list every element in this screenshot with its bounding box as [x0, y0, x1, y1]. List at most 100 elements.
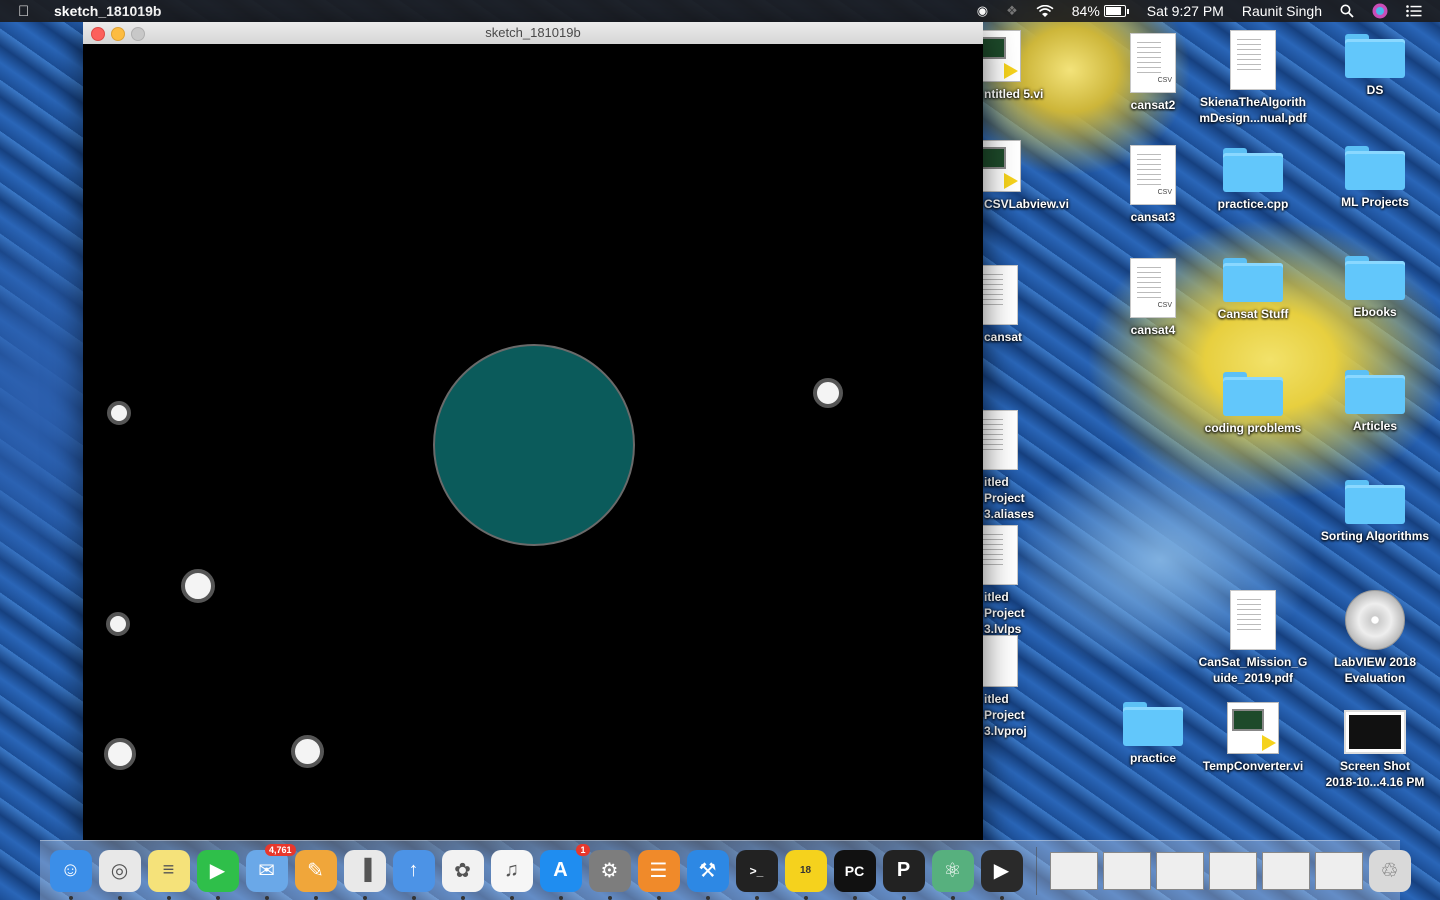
- processing-icon[interactable]: P: [882, 849, 925, 900]
- desktop-item[interactable]: ML Projects: [1320, 146, 1430, 210]
- apple-menu-icon[interactable]: : [18, 3, 38, 20]
- quicktime-icon[interactable]: ▶: [980, 849, 1023, 900]
- dock-glyph: P: [896, 859, 911, 881]
- itunes-icon[interactable]: ♫: [490, 849, 533, 900]
- pages-icon[interactable]: ✎: [294, 849, 337, 900]
- atom-icon[interactable]: ⚛: [931, 849, 974, 900]
- orbiting-ball: [291, 735, 324, 768]
- terminal-icon[interactable]: >_: [735, 849, 778, 900]
- desktop-item[interactable]: coding problems: [1198, 372, 1308, 436]
- minimized-window-thumbnail[interactable]: [1049, 851, 1098, 890]
- minimized-window-thumbnail[interactable]: [1155, 851, 1204, 890]
- window-titlebar[interactable]: sketch_181019b: [83, 22, 983, 45]
- battery-status[interactable]: 84%: [1072, 3, 1129, 19]
- desktop-item[interactable]: Sorting Algorithms: [1320, 480, 1430, 544]
- folder-icon: [1345, 480, 1405, 524]
- desktop-item[interactable]: TempConverter.vi: [1198, 702, 1308, 774]
- desktop-item[interactable]: DS: [1320, 34, 1430, 98]
- pycharm-icon[interactable]: PC: [833, 849, 876, 900]
- desktop-item[interactable]: CanSat_Mission_G uide_2019.pdf: [1198, 590, 1308, 686]
- running-indicator: [313, 895, 318, 900]
- close-window-button[interactable]: [91, 27, 105, 41]
- photos-icon[interactable]: ✿: [441, 849, 484, 900]
- orbiting-ball: [104, 738, 136, 770]
- trash-icon[interactable]: ♲: [1368, 849, 1411, 892]
- siri-icon[interactable]: [1372, 3, 1388, 19]
- user-name[interactable]: Raunit Singh: [1242, 3, 1322, 19]
- dock-glyph: ✎: [307, 860, 324, 882]
- mail-icon[interactable]: ✉ 4,761: [245, 843, 296, 900]
- desktop-item-label: Screen Shot 2018-10...4.16 PM: [1325, 759, 1425, 789]
- system-preferences-icon[interactable]: ⚙: [588, 849, 631, 900]
- facetime-icon[interactable]: ▶: [196, 849, 239, 900]
- desktop-item[interactable]: CSV cansat3: [1098, 145, 1208, 225]
- desktop-item-label: SkienaTheAlgorith mDesign...nual.pdf: [1199, 95, 1307, 125]
- numbers-icon[interactable]: ▐: [343, 849, 386, 900]
- app-store-icon[interactable]: A1: [539, 843, 590, 900]
- running-indicator: [803, 895, 808, 900]
- spotlight-search-icon[interactable]: [1340, 4, 1354, 18]
- sketch-canvas[interactable]: [83, 44, 983, 840]
- zoom-window-button[interactable]: [131, 27, 145, 41]
- folder-icon: [1345, 256, 1405, 300]
- desktop-item-label: Sorting Algorithms: [1320, 529, 1430, 543]
- clock[interactable]: Sat 9:27 PM: [1147, 3, 1224, 19]
- minimized-window-thumbnail[interactable]: [1261, 851, 1310, 890]
- desktop-item-label: cansat3: [1130, 210, 1176, 224]
- dock-glyph: >_: [749, 863, 764, 878]
- running-indicator: [754, 895, 759, 900]
- desktop-item-label: Articles: [1352, 419, 1398, 433]
- running-indicator: [656, 895, 661, 900]
- desktop-item[interactable]: Screen Shot 2018-10...4.16 PM: [1320, 710, 1430, 790]
- bluetooth-icon[interactable]: ❖: [1006, 3, 1018, 19]
- status-area: ◉ ❖ 84% Sat 9:27 PM Raunit Singh: [977, 0, 1440, 22]
- desktop-item[interactable]: SkienaTheAlgorith mDesign...nual.pdf: [1198, 30, 1308, 126]
- running-indicator: [166, 895, 171, 900]
- chrome-icon[interactable]: ◎: [98, 849, 141, 900]
- pdf-icon: [1230, 590, 1276, 650]
- dock-glyph: ⚙: [600, 860, 619, 882]
- battery-nub: [1126, 8, 1129, 14]
- running-indicator: [950, 895, 955, 900]
- minimized-window-thumbnail[interactable]: [1208, 851, 1257, 890]
- dock-glyph: ▐: [357, 859, 372, 881]
- finder-icon[interactable]: ☺: [49, 849, 92, 900]
- sketch-window[interactable]: sketch_181019b: [83, 22, 983, 840]
- running-indicator: [411, 895, 416, 900]
- desktop-item-label: practice.cpp: [1217, 197, 1289, 211]
- notification-center-icon[interactable]: [1406, 5, 1422, 17]
- dock-glyph: ♫: [504, 859, 519, 881]
- dock-glyph: ✉: [258, 860, 275, 882]
- minimize-window-button[interactable]: [111, 27, 125, 41]
- desktop-item-label: cansat4: [1130, 323, 1176, 337]
- dock-separator: [1036, 846, 1037, 895]
- dock-glyph: ▶: [209, 860, 226, 882]
- notes-icon[interactable]: ≡: [147, 849, 190, 900]
- desktop-item[interactable]: LabVIEW 2018 Evaluation: [1320, 590, 1430, 686]
- desktop-item[interactable]: practice.cpp: [1198, 148, 1308, 212]
- orbiting-ball: [813, 378, 843, 408]
- folder-icon: [1345, 34, 1405, 78]
- desktop-item[interactable]: CSV cansat4: [1098, 258, 1208, 338]
- keynote-icon[interactable]: ↑: [392, 849, 435, 900]
- minimized-window-thumbnail[interactable]: [1102, 851, 1151, 890]
- running-indicator: [117, 895, 122, 900]
- wifi-icon[interactable]: [1036, 4, 1054, 18]
- desktop-item[interactable]: practice: [1098, 702, 1208, 766]
- labview-icon[interactable]: 18: [784, 849, 827, 900]
- desktop-item[interactable]: Articles: [1320, 370, 1430, 434]
- folder-icon: [1223, 148, 1283, 192]
- running-indicator: [509, 895, 514, 900]
- labview-disc-icon: [1345, 590, 1405, 650]
- desktop-item-label: coding problems: [1204, 421, 1302, 435]
- desktop-item[interactable]: Cansat Stuff: [1198, 258, 1308, 322]
- fingerprint-icon[interactable]: ◉: [977, 3, 988, 19]
- xcode-icon[interactable]: ⚒: [686, 849, 729, 900]
- desktop-item[interactable]: Ebooks: [1320, 256, 1430, 320]
- minimized-window-thumbnail[interactable]: [1314, 851, 1363, 890]
- desktop-item-label: DS: [1366, 83, 1384, 97]
- dock-glyph: PC: [844, 862, 865, 879]
- ibooks-icon[interactable]: ☰: [637, 849, 680, 900]
- active-app-name[interactable]: sketch_181019b: [54, 3, 161, 19]
- desktop-item[interactable]: CSV cansat2: [1098, 33, 1208, 113]
